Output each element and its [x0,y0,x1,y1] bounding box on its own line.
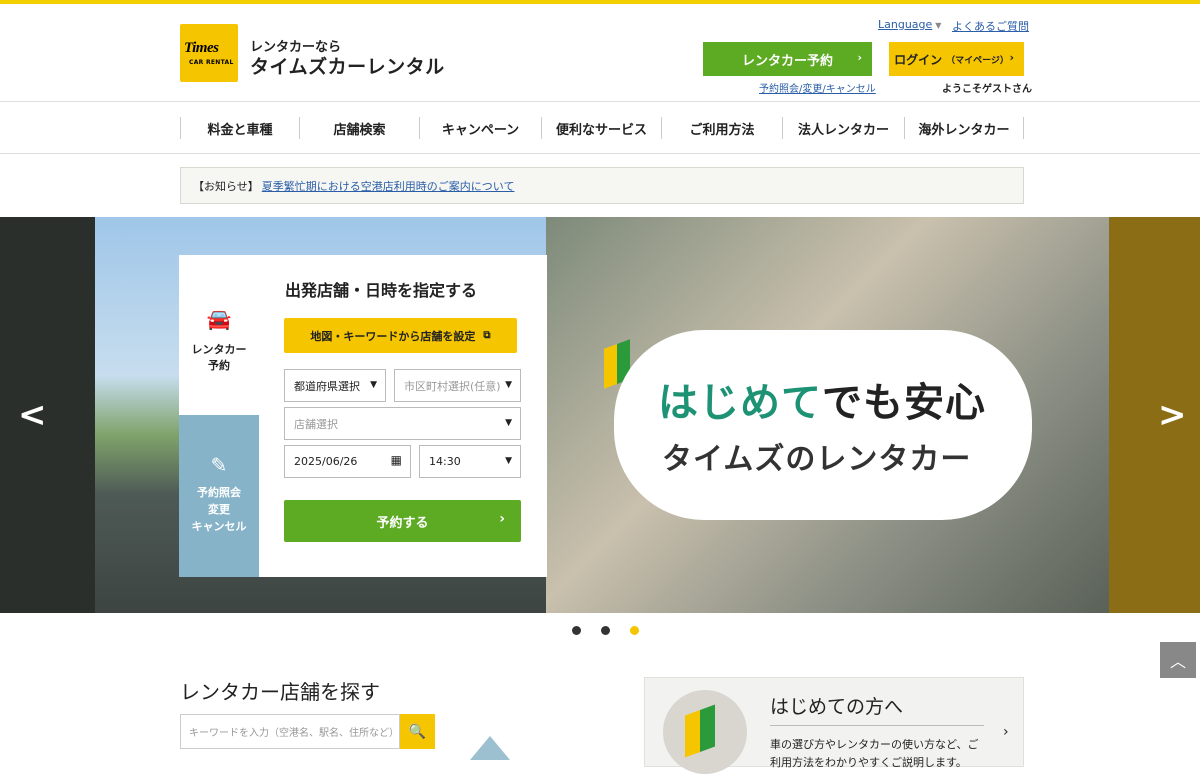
map-decoration [470,736,510,760]
notice-link[interactable]: 夏季繁忙期における空港店利用時のご案内について [262,178,515,194]
welcome-message: ようこそゲストさん [942,84,1032,95]
search-button[interactable]: 🔍 [400,714,435,749]
nav-item-store-search[interactable]: 店舗検索 [299,117,419,139]
search-icon: 🔍 [408,723,427,740]
carousel-dot-3[interactable] [630,626,639,635]
tab-reserve[interactable]: 🚘 レンタカー予約 [179,255,259,415]
store-search-input[interactable]: キーワードを入力（空港名、駅名、住所など） [180,714,400,749]
hero-carousel: はじめてでも安心 タイムズのレンタカー < > 🚘 レンタカー予約 ✎ 予約照会… [0,217,1200,613]
caret-down-icon: ▼ [370,380,377,390]
beginner-guide-card[interactable]: はじめての方へ 車の選び方やレンタカーの使い方など、ご利用方法をわかりやすくご説… [644,677,1024,774]
beginner-mark-icon [685,704,715,758]
carousel-dot-1[interactable] [572,626,581,635]
tab-inquiry[interactable]: ✎ 予約照会 変更 キャンセル [179,415,259,577]
nav-item-pricing[interactable]: 料金と車種 [180,117,299,139]
site-header: Times CAR RENTAL レンタカーなら タイムズカーレンタル Lang… [0,4,1200,102]
guide-title: はじめての方へ [770,692,984,726]
caret-down-icon: ▼ [505,380,512,390]
reserve-button[interactable]: レンタカー予約 › [703,42,872,76]
date-field[interactable]: 2025/06/26 ▦ [284,445,411,478]
reservation-widget: 🚘 レンタカー予約 ✎ 予約照会 変更 キャンセル 出発店舗・日時を指定する 地… [179,255,547,577]
map-keyword-button[interactable]: 地図・キーワードから店舗を設定 ⧉ [284,318,517,353]
caret-down-icon: ▼ [505,418,512,428]
notice-tag: 【お知らせ】 [193,179,259,193]
nav-item-corporate[interactable]: 法人レンタカー [782,117,904,139]
widget-title: 出発店舗・日時を指定する [285,281,478,300]
back-to-top-button[interactable]: ︿ [1160,642,1196,678]
caret-down-icon: ▼ [935,21,942,30]
brand-name[interactable]: タイムズカーレンタル [250,52,445,79]
nav-item-services[interactable]: 便利なサービス [541,117,661,139]
guide-text: 車の選び方やレンタカーの使い方など、ご利用方法をわかりやすくご説明します。 [770,738,979,769]
guide-image [663,690,747,774]
nav-divider [1023,117,1024,139]
store-select[interactable]: 店舗選択 ▼ [284,407,521,440]
time-select[interactable]: 14:30 ▼ [419,445,521,478]
nav-item-overseas[interactable]: 海外レンタカー [904,117,1023,139]
times-logo[interactable]: Times CAR RENTAL [180,24,238,82]
car-icon: 🚘 [206,307,232,331]
language-selector[interactable]: Language ▼ [878,18,941,31]
campaign-bubble: はじめてでも安心 タイムズのレンタカー [614,330,1032,520]
external-window-icon: ⧉ [483,330,491,341]
carousel-dots [572,626,639,635]
prefecture-select[interactable]: 都道府県選択 ▼ [284,369,386,402]
chevron-right-icon: › [1009,51,1014,64]
chevron-right-icon: › [857,51,862,64]
notice-bar: 【お知らせ】 夏季繁忙期における空港店利用時のご案内について [180,167,1024,204]
reserve-submit-button[interactable]: 予約する › [284,500,521,542]
chevron-right-icon[interactable]: > [1158,395,1187,435]
faq-link[interactable]: よくあるご質問 [952,18,1029,34]
chevron-right-icon: › [499,511,505,527]
pencil-icon: ✎ [210,453,228,477]
carousel-dot-2[interactable] [601,626,610,635]
main-nav: 料金と車種 店舗検索 キャンペーン 便利なサービス ご利用方法 法人レンタカー … [0,102,1200,154]
prev-slide-image [0,217,95,613]
reservation-inquiry-link[interactable]: 予約照会/変更/キャンセル [759,80,876,95]
chevron-right-icon: › [1003,724,1009,740]
nav-item-campaign[interactable]: キャンペーン [419,117,541,139]
nav-item-how-to-use[interactable]: ご利用方法 [661,117,782,139]
calendar-icon: ▦ [390,453,402,467]
caret-down-icon: ▼ [505,456,512,466]
chevron-left-icon[interactable]: < [18,395,47,435]
chevron-up-icon: ︿ [1169,652,1186,671]
city-select[interactable]: 市区町村選択(任意) ▼ [394,369,521,402]
login-button[interactable]: ログイン （マイページ） › [889,42,1024,76]
store-search-title: レンタカー店舗を探す [180,680,380,704]
